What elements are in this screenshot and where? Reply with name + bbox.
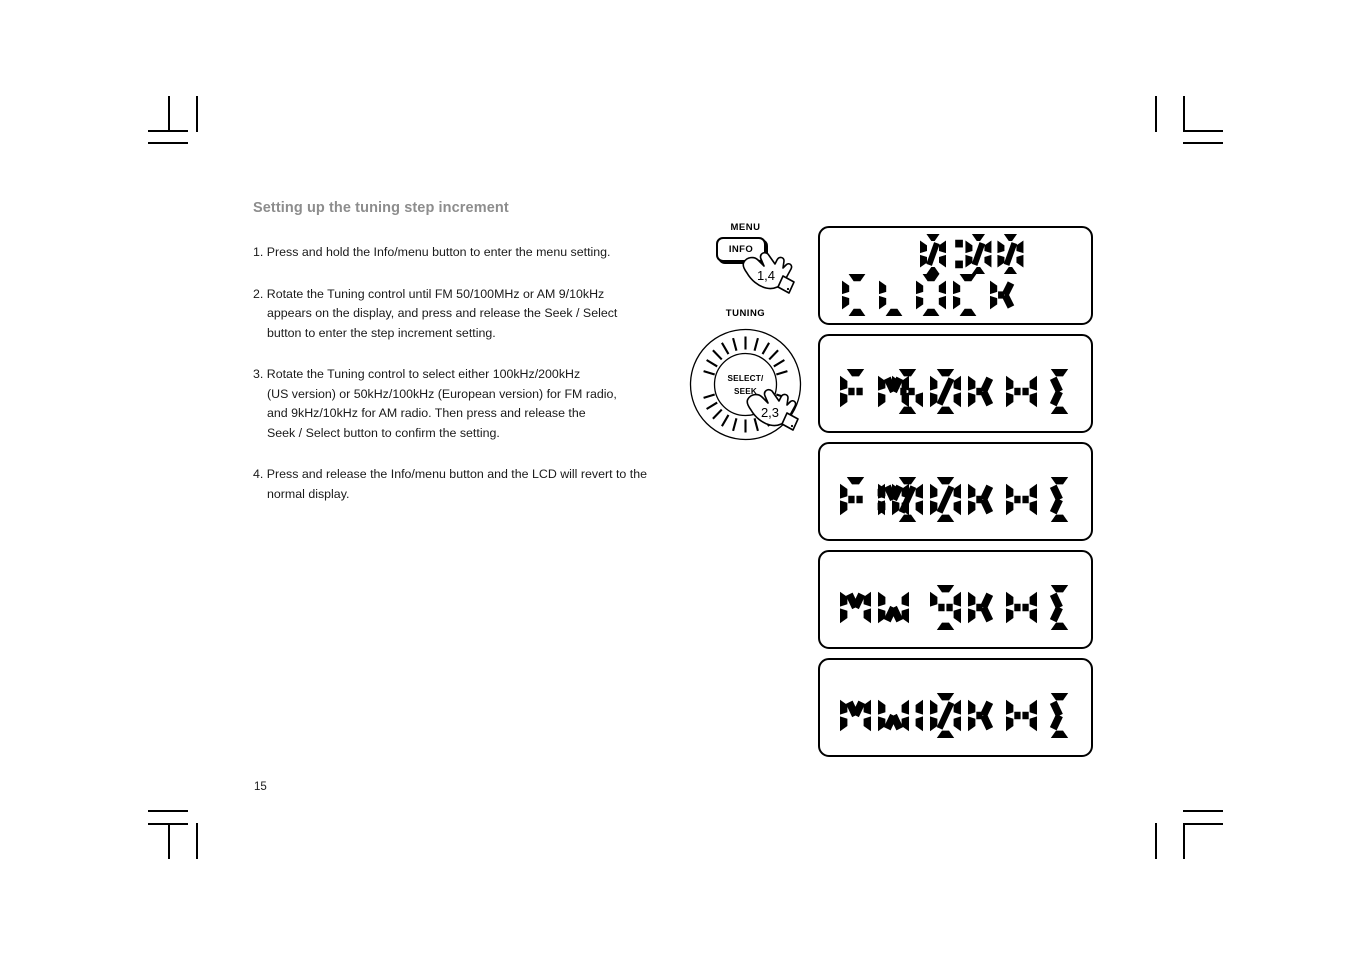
step-line: 1. Press and hold the Info/menu button t…: [253, 245, 611, 260]
step-line: normal display.: [267, 486, 350, 501]
crop-line: [1183, 823, 1223, 825]
tuning-dial[interactable]: [688, 327, 803, 442]
crop-line: [148, 810, 188, 812]
lcd-glyphs: [840, 585, 1069, 630]
page-number: 15: [254, 781, 267, 793]
menu-label: MENU: [730, 222, 761, 233]
step-line: 3. Rotate the Tuning control to select e…: [253, 367, 581, 382]
step-line: 2. Rotate the Tuning control until FM 50…: [253, 286, 605, 301]
crop-line: [1155, 96, 1157, 132]
step-line: and 9kHz/10kHz for AM radio. Then press …: [267, 406, 586, 421]
lcd-glyphs: [840, 369, 1069, 414]
step-line: appears on the display, and press and re…: [267, 306, 618, 321]
lcd-fm-100khz: [818, 442, 1093, 541]
lcd-glyphs: [840, 693, 1069, 738]
step-4: 4. Press and release the Info/menu butto…: [253, 465, 673, 504]
crop-line: [148, 130, 188, 132]
crop-line: [1183, 96, 1185, 132]
step-3: 3. Rotate the Tuning control to select e…: [253, 365, 673, 443]
info-button-label: INFO: [728, 244, 754, 255]
crop-line: [148, 142, 188, 144]
page-title: Setting up the tuning step increment: [253, 200, 509, 216]
crop-line: [1155, 823, 1157, 859]
manual-page: Setting up the tuning step increment 1. …: [0, 0, 1351, 954]
lcd-glyphs: [842, 234, 1024, 316]
step-2: 2. Rotate the Tuning control until FM 50…: [253, 285, 673, 344]
lcd-mw-10khz: [818, 658, 1093, 757]
lcd-glyphs: [840, 477, 1069, 522]
step-line: Seek / Select button to confirm the sett…: [267, 425, 500, 440]
crop-line: [1183, 810, 1223, 812]
crop-line: [1183, 142, 1223, 144]
lcd-mw-9khz: [818, 550, 1093, 649]
lcd-clock: [818, 226, 1093, 325]
step-line: (US version) or 50kHz/100kHz (European v…: [267, 386, 617, 401]
crop-line: [168, 96, 170, 132]
crop-line: [1183, 130, 1223, 132]
crop-line: [1183, 823, 1185, 859]
tuning-label: TUNING: [725, 308, 766, 319]
hand-step-label: 1,4: [757, 268, 775, 283]
info-button[interactable]: INFO: [716, 237, 766, 262]
instructions-column: Setting up the tuning step increment 1. …: [253, 200, 673, 526]
crop-line: [196, 823, 198, 859]
crop-line: [196, 96, 198, 132]
step-line: 4. Press and release the Info/menu butto…: [253, 467, 647, 482]
controls-diagram: MENU INFO 1,4 TUNING SELECT/ SEEK 2,3: [683, 222, 808, 452]
step-line: button to enter the step increment setti…: [267, 325, 496, 340]
crop-line: [168, 823, 170, 859]
lcd-fm-50khz: [818, 334, 1093, 433]
lcd-screen-list: [818, 226, 1093, 766]
step-1: 1. Press and hold the Info/menu button t…: [253, 243, 673, 263]
